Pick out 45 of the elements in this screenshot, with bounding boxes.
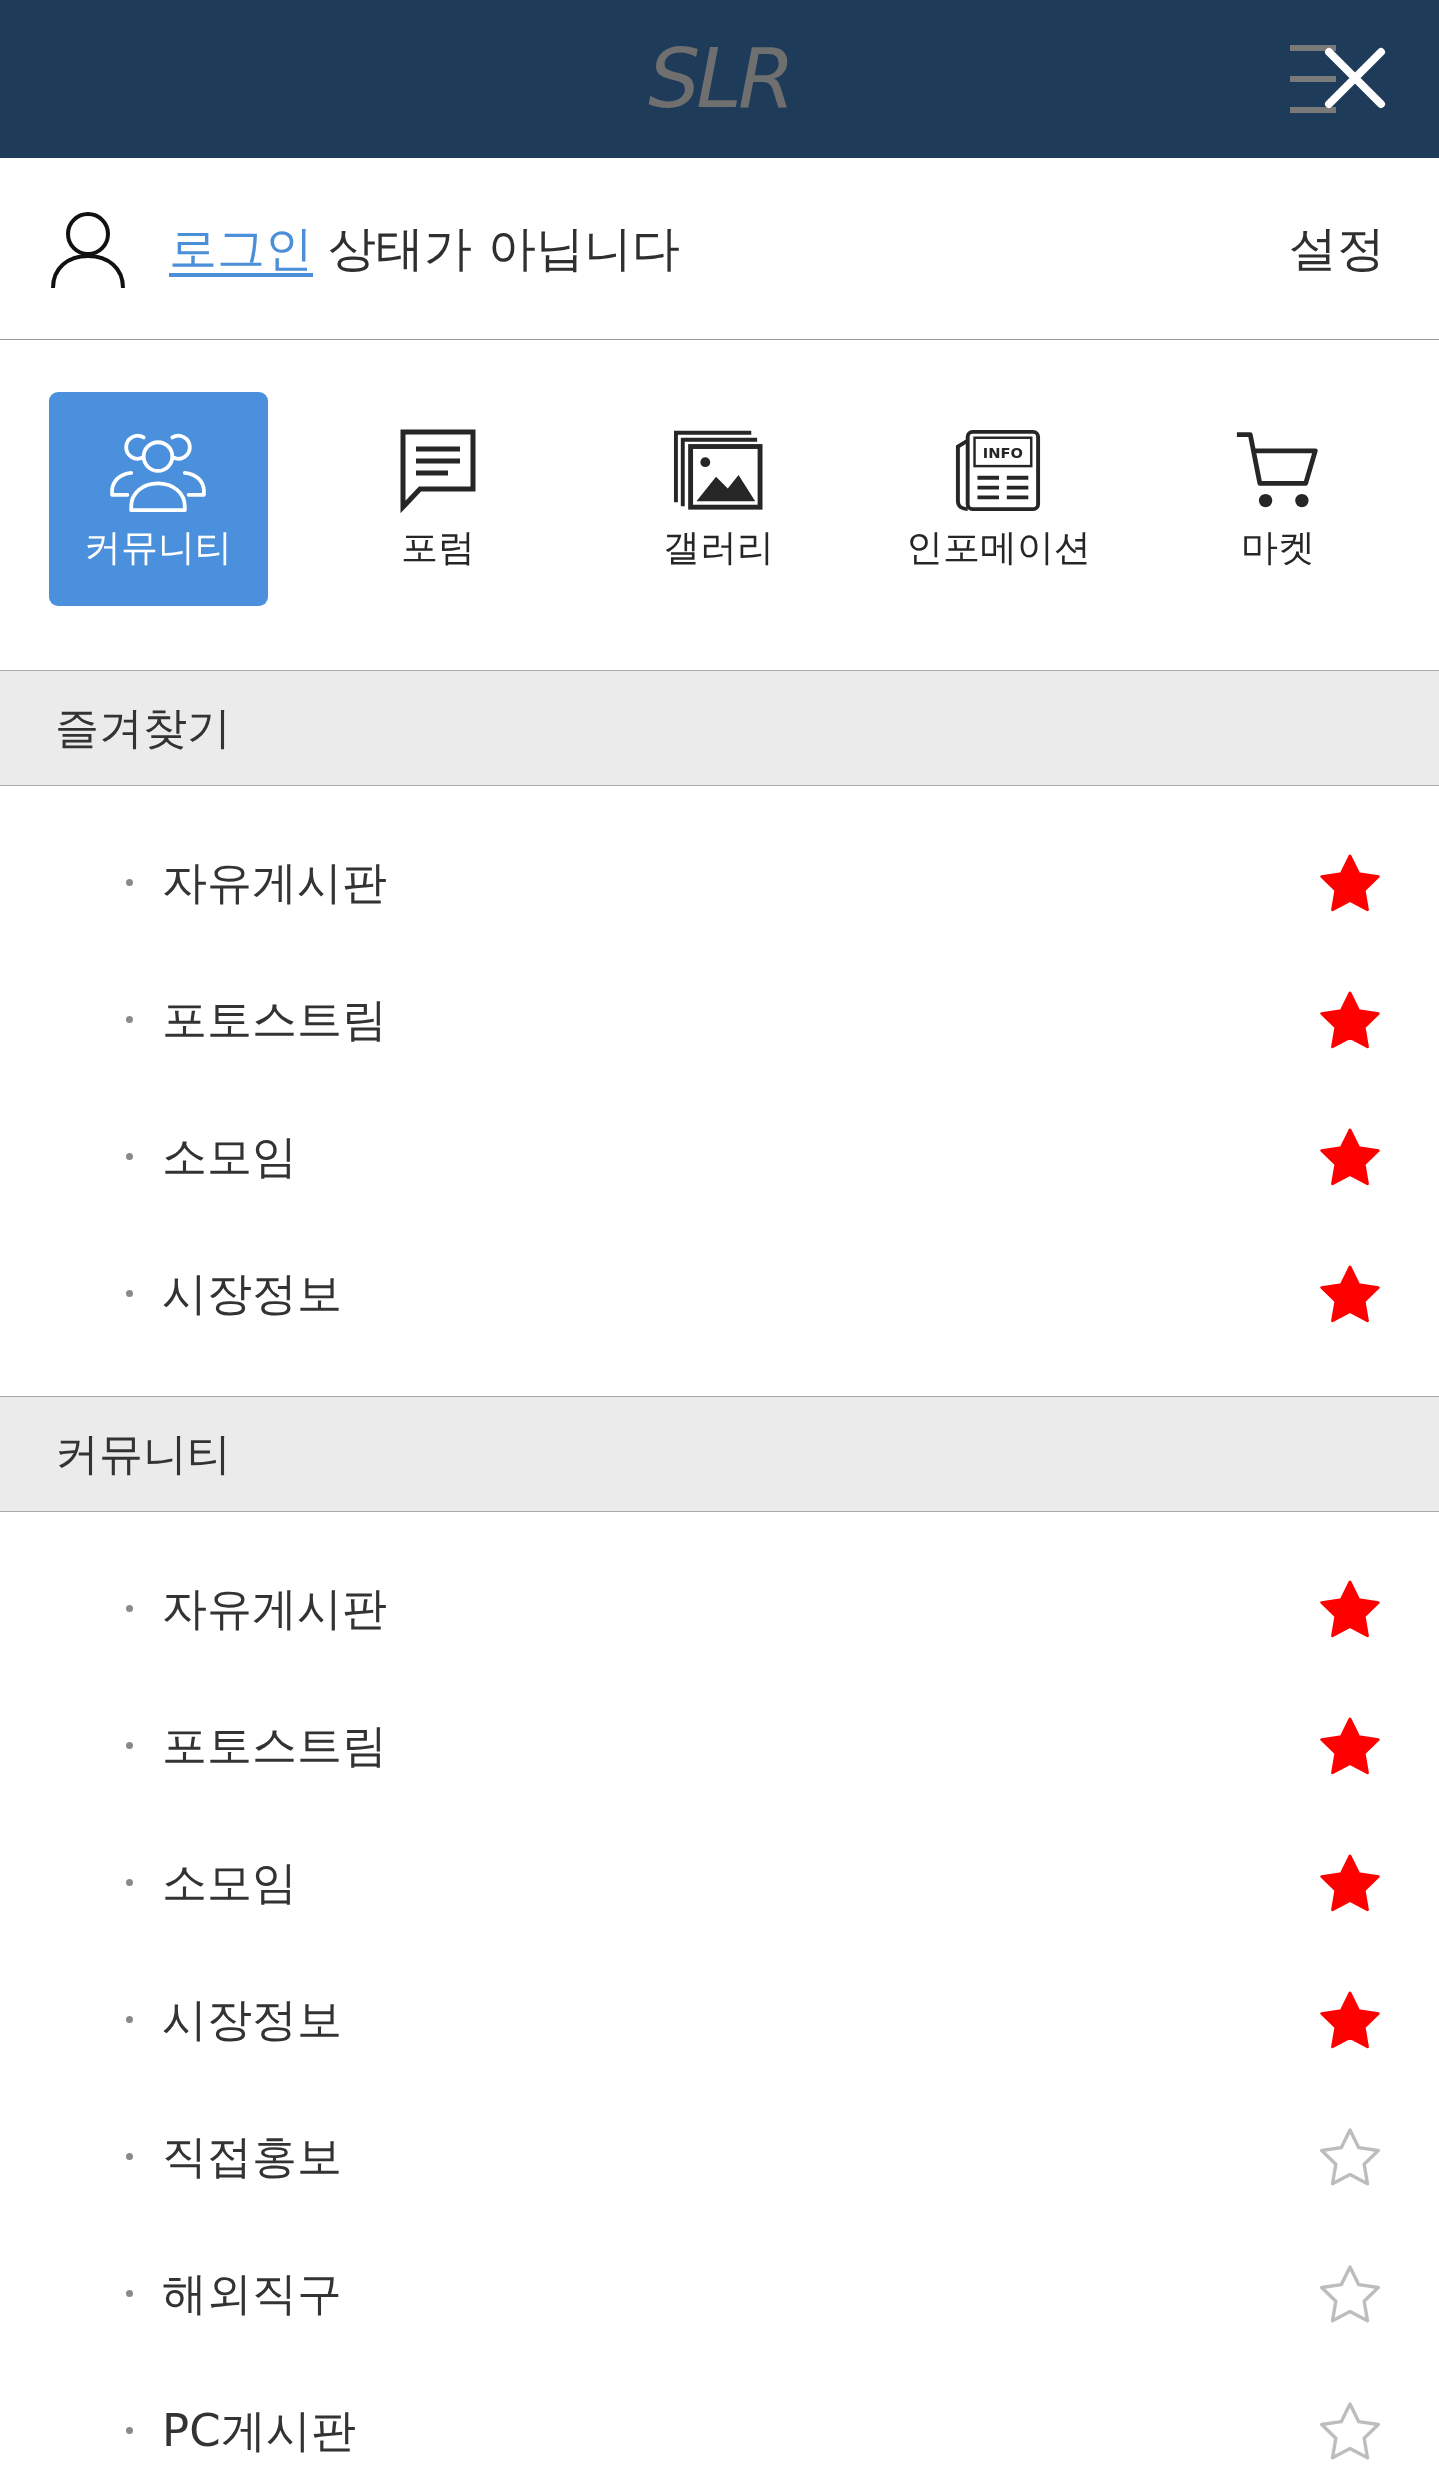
bullet-icon (126, 2016, 133, 2023)
bullet-icon (126, 1879, 133, 1886)
star-icon[interactable] (1320, 1264, 1380, 1323)
star-icon[interactable] (1320, 2127, 1380, 2186)
settings-link[interactable]: 설정 (1289, 216, 1385, 281)
logo: SLR (648, 38, 791, 120)
bullet-icon (126, 879, 133, 886)
star-icon[interactable] (1320, 2264, 1380, 2323)
board-link[interactable]: 포토스트림 (162, 992, 387, 1047)
board-link[interactable]: 자유게시판 (162, 855, 387, 910)
login-status-text: 로그인 상태가 아닙니다 (169, 218, 680, 278)
board-link[interactable]: 소모임 (162, 1855, 297, 1910)
section-header: 즐겨찾기 (0, 670, 1439, 786)
board-link[interactable]: 해외직구 (162, 2266, 342, 2321)
bullet-icon (126, 1016, 133, 1023)
close-icon[interactable] (1324, 47, 1386, 109)
user-icon (50, 209, 126, 288)
bullet-icon (126, 1742, 133, 1749)
star-icon[interactable] (1320, 1990, 1380, 2049)
board-link[interactable]: 직접홍보 (162, 2129, 342, 2184)
star-icon[interactable] (1320, 1579, 1380, 1638)
bullet-icon (126, 1153, 133, 1160)
star-icon[interactable] (1320, 1716, 1380, 1775)
star-icon[interactable] (1320, 1127, 1380, 1186)
section-header: 커뮤니티 (0, 1396, 1439, 1512)
category-tab[interactable]: 포럼 (328, 392, 548, 606)
bullet-icon (126, 2427, 133, 2434)
bullet-icon (126, 2290, 133, 2297)
star-icon[interactable] (1320, 2401, 1380, 2460)
category-tab[interactable]: INFO 인포메이션 (888, 392, 1108, 606)
board-link[interactable]: 포토스트림 (162, 1718, 387, 1773)
board-link[interactable]: 시장정보 (162, 1992, 342, 2047)
star-icon[interactable] (1320, 990, 1380, 1049)
menu-icon[interactable] (1290, 45, 1336, 113)
category-tab[interactable]: 갤러리 (608, 392, 828, 606)
category-tab[interactable]: 마켓 (1168, 392, 1388, 606)
board-link[interactable]: PC게시판 (162, 2403, 356, 2458)
star-icon[interactable] (1320, 853, 1380, 912)
bullet-icon (126, 1605, 133, 1612)
board-link[interactable]: 소모임 (162, 1129, 297, 1184)
board-link[interactable]: 자유게시판 (162, 1581, 387, 1636)
star-icon[interactable] (1320, 1853, 1380, 1912)
board-link[interactable]: 시장정보 (162, 1266, 342, 1321)
bullet-icon (126, 1290, 133, 1297)
bullet-icon (126, 2153, 133, 2160)
